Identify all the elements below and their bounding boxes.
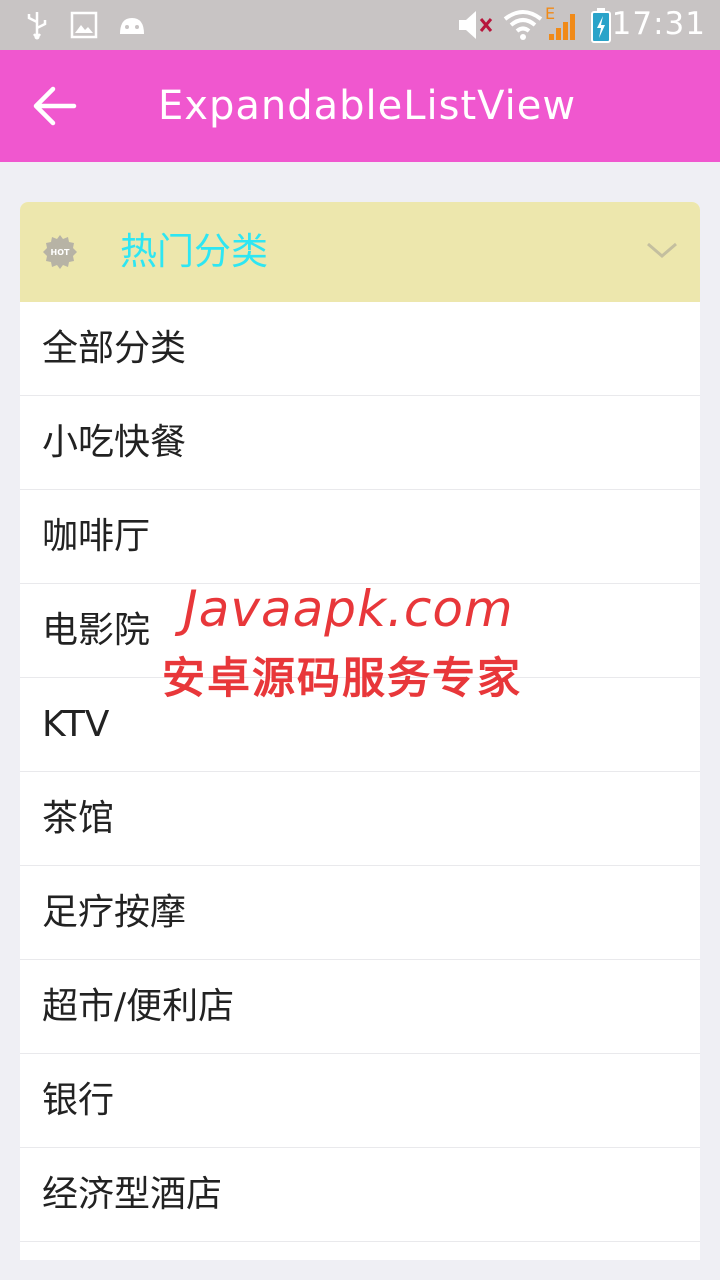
hot-badge-text: HOT bbox=[51, 248, 70, 257]
usb-icon bbox=[27, 12, 47, 40]
chevron-down-icon bbox=[647, 242, 677, 258]
list-item[interactable]: 超市/便利店 bbox=[20, 960, 700, 1054]
signal-icon bbox=[549, 14, 575, 40]
app-title: ExpandableListView bbox=[158, 83, 577, 129]
group-title: 热门分类 bbox=[120, 230, 268, 273]
child-list: 全部分类 小吃快餐 咖啡厅 电影院 KTV 茶馆 足疗按摩 超市/便利店 银行 … bbox=[20, 302, 700, 1242]
list-item[interactable]: 经济型酒店 bbox=[20, 1148, 700, 1242]
wifi-icon bbox=[503, 10, 543, 40]
battery-charging-icon bbox=[591, 8, 611, 43]
list-item[interactable]: 茶馆 bbox=[20, 772, 700, 866]
list-item[interactable]: 电影院 bbox=[20, 584, 700, 678]
list-item[interactable]: 咖啡厅 bbox=[20, 490, 700, 584]
list-item[interactable]: 全部分类 bbox=[20, 302, 700, 396]
group-header-hot-category[interactable]: HOT 热门分类 bbox=[20, 202, 700, 302]
list-item[interactable]: 银行 bbox=[20, 1054, 700, 1148]
android-icon bbox=[120, 18, 144, 34]
list-item[interactable]: 小吃快餐 bbox=[20, 396, 700, 490]
expandable-list: HOT 热门分类 全部分类 小吃快餐 咖啡厅 电影院 KTV 茶馆 足疗按摩 超… bbox=[20, 202, 700, 1260]
app-bar: ExpandableListView bbox=[0, 50, 720, 162]
back-arrow-icon[interactable] bbox=[26, 78, 86, 134]
status-bar: E 17:31 bbox=[0, 0, 720, 50]
list-item[interactable]: KTV bbox=[20, 678, 700, 772]
mute-icon bbox=[459, 11, 493, 39]
list-item[interactable]: 足疗按摩 bbox=[20, 866, 700, 960]
image-icon bbox=[70, 11, 98, 39]
hot-badge-icon: HOT bbox=[43, 235, 77, 269]
status-time: 17:31 bbox=[611, 6, 706, 42]
